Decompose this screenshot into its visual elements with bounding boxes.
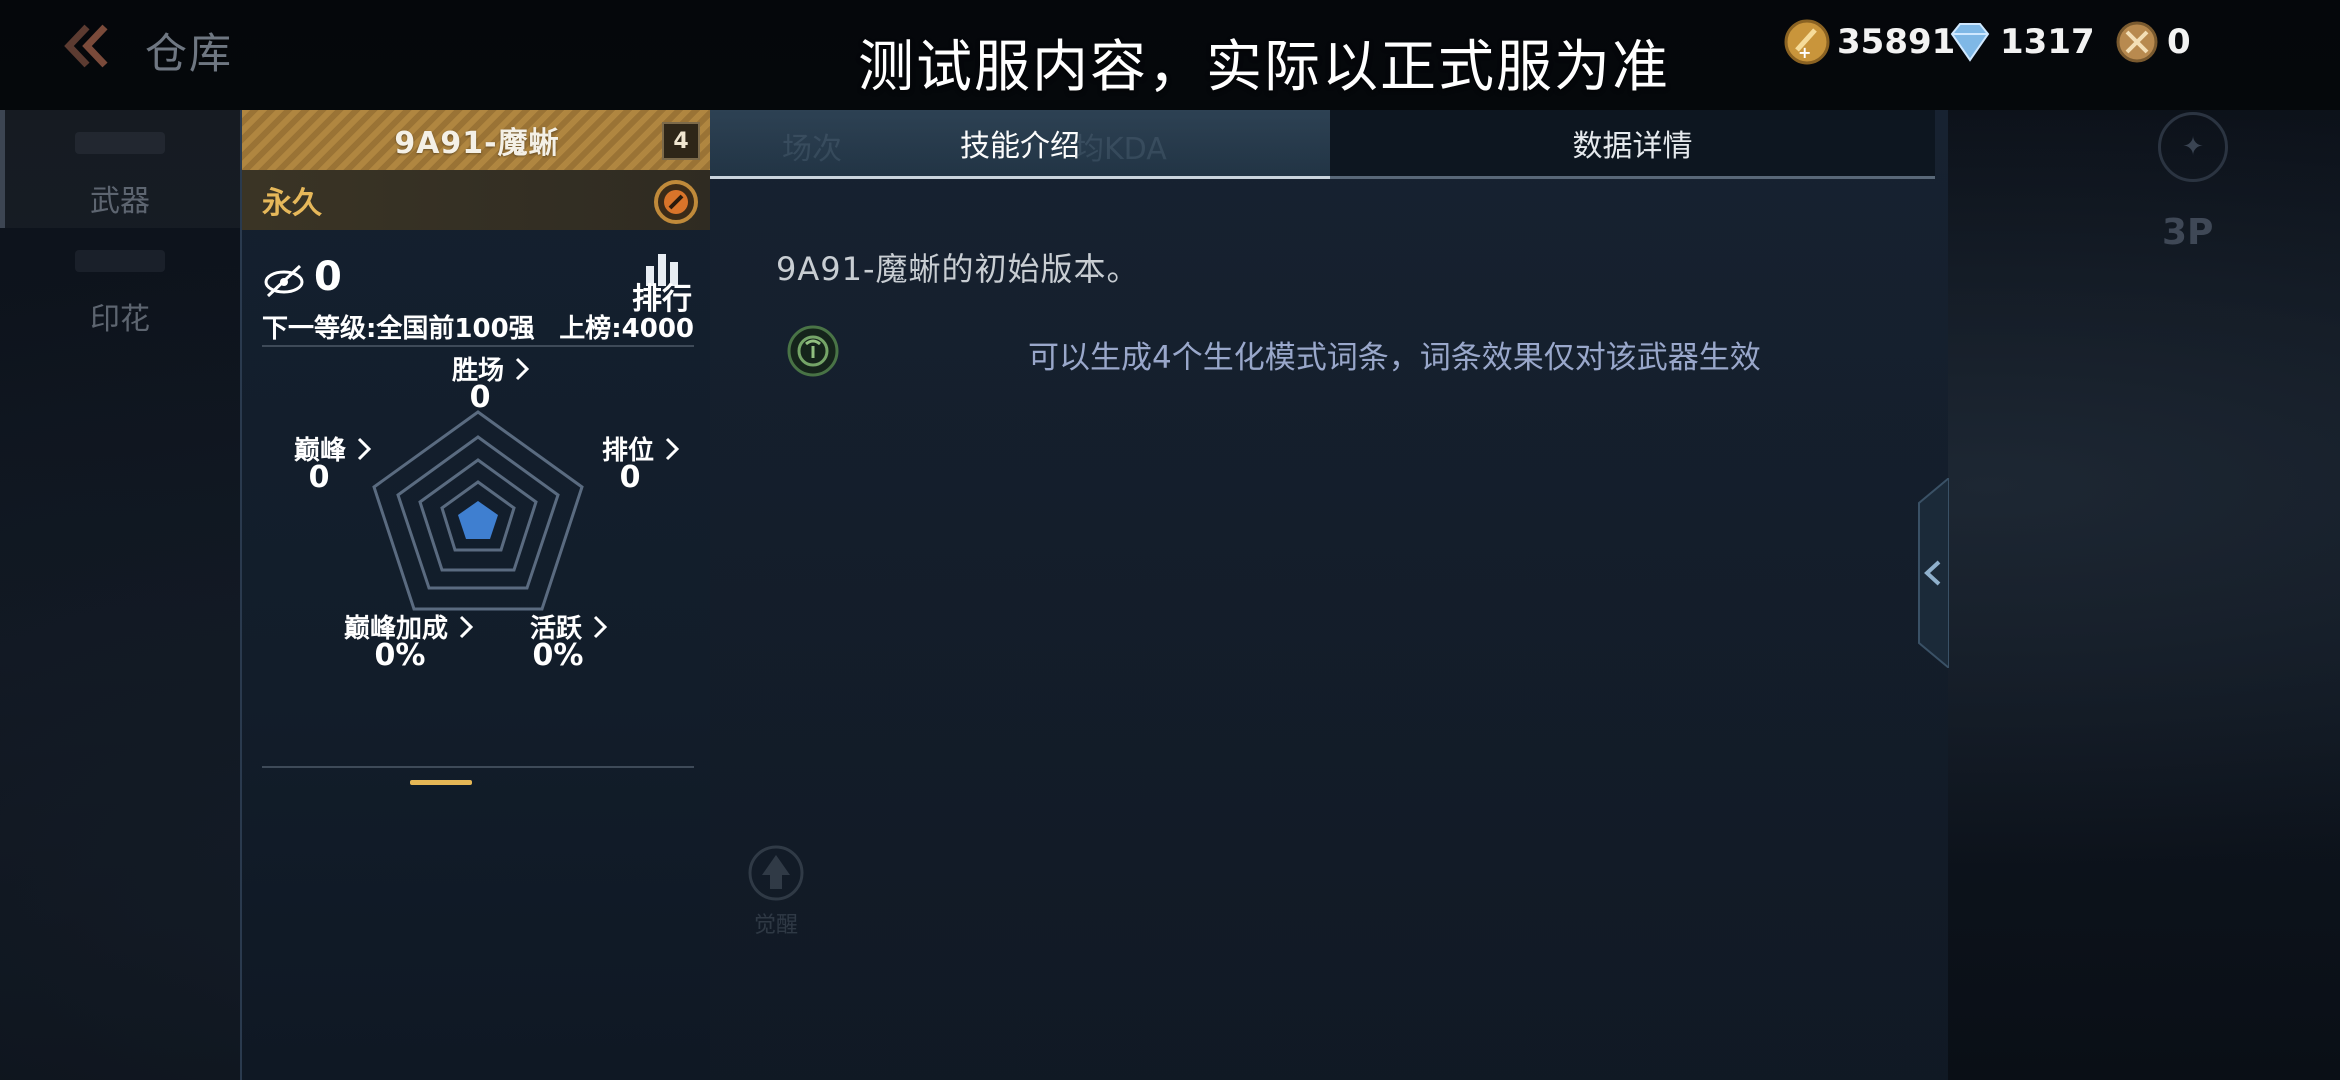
divider <box>262 345 694 347</box>
chevron-right-icon <box>593 615 608 638</box>
medal-icon[interactable] <box>652 178 700 226</box>
weapon-description: 9A91-魔蜥的初始版本。 <box>776 250 1140 288</box>
gun-icon <box>75 250 165 272</box>
joystick-icon[interactable]: ✦ <box>2158 112 2228 182</box>
radar-chart: 胜场 0 巅峰 0 排位 0 巅峰加成 0% 活跃 0% <box>242 350 712 870</box>
tab-bar: 技能介绍 数据详情 <box>710 110 1935 179</box>
skill-row: 可以生成4个生化模式词条，词条效果仅对该武器生效 <box>776 320 1876 380</box>
awaken-label: 觉醒 <box>753 913 798 938</box>
rifle-icon <box>75 132 165 154</box>
diamond-amount: 1317 <box>2000 22 2095 62</box>
gold-currency[interactable]: + 35891 <box>1783 12 1955 72</box>
ghost-kda-label: 均KDA <box>1074 132 1167 167</box>
weapon-card-header: 9A91-魔蜥 4 <box>242 110 712 170</box>
chevron-right-icon <box>357 437 372 460</box>
weapon-name: 9A91-魔蜥 <box>394 126 560 161</box>
pentagon-radar <box>372 410 584 611</box>
sidebar-item-label: 印花 <box>90 302 150 337</box>
skill-description: 可以生成4个生化模式词条，词条效果仅对该武器生效 <box>1028 340 1761 376</box>
wins-value: 0 <box>469 380 491 415</box>
third-person-toggle[interactable]: 3P <box>2162 212 2213 253</box>
chevron-right-icon <box>459 615 474 638</box>
tab-label: 技能介绍 <box>960 129 1080 164</box>
page-indicator <box>410 780 472 785</box>
expand-panel-button[interactable] <box>1915 478 1949 668</box>
up-arrow-icon <box>748 845 804 901</box>
svg-text:+: + <box>1798 43 1811 62</box>
peak-value: 0 <box>308 460 330 495</box>
sidebar-item-decals[interactable]: 印花 <box>0 228 240 346</box>
tab-active-underline <box>710 176 1330 179</box>
active-value: 0% <box>532 638 584 673</box>
diamond-icon <box>1950 23 1990 62</box>
sidebar-item-weapons[interactable]: 武器 <box>0 110 240 228</box>
detail-panel: 技能介绍 数据详情 场次 均KDA 9A91-魔蜥的初始版本。 可以生成4个生化… <box>710 110 1948 1080</box>
peak-bonus-value: 0% <box>374 638 426 673</box>
back-chevron-icon <box>64 24 108 68</box>
level-badge: 4 <box>662 122 700 160</box>
token-amount: 0 <box>2167 22 2191 62</box>
duration-bar: 永久 <box>242 170 712 230</box>
kill-count: 0 <box>314 254 342 300</box>
page-title: 仓库 <box>145 29 234 78</box>
crossed-token-icon <box>2116 21 2158 63</box>
gold-coin-icon: + <box>1784 19 1830 65</box>
rank-requirement: 上榜:4000 <box>559 314 694 344</box>
weapon-card: 9A91-魔蜥 4 永久 0 排行 下一等级:全国前100强 上榜:4000 胜… <box>240 110 712 1080</box>
tab-label: 数据详情 <box>1572 129 1693 164</box>
kill-stats-row: 0 排行 <box>262 252 692 317</box>
tab-data-details[interactable]: 数据详情 <box>1330 110 1935 176</box>
awaken-button[interactable]: 觉醒 <box>746 845 806 939</box>
divider <box>262 766 694 768</box>
biohazard-skill-icon <box>787 325 839 377</box>
crossed-eye-icon <box>264 264 304 298</box>
next-level-text: 下一等级:全国前100强 <box>262 314 535 344</box>
chevron-right-icon <box>665 437 680 460</box>
sidebar: 武器 印花 <box>0 110 240 346</box>
ghost-matches-label: 场次 <box>782 132 842 167</box>
duration-label: 永久 <box>262 186 322 221</box>
token-currency[interactable]: 0 <box>2113 12 2191 72</box>
gold-amount: 35891 <box>1837 22 1956 62</box>
sidebar-item-label: 武器 <box>90 184 150 219</box>
back-button[interactable] <box>52 20 122 72</box>
chevron-right-icon <box>515 357 530 380</box>
diamond-currency[interactable]: 1317 <box>1946 12 2095 72</box>
ranked-value: 0 <box>619 460 641 495</box>
